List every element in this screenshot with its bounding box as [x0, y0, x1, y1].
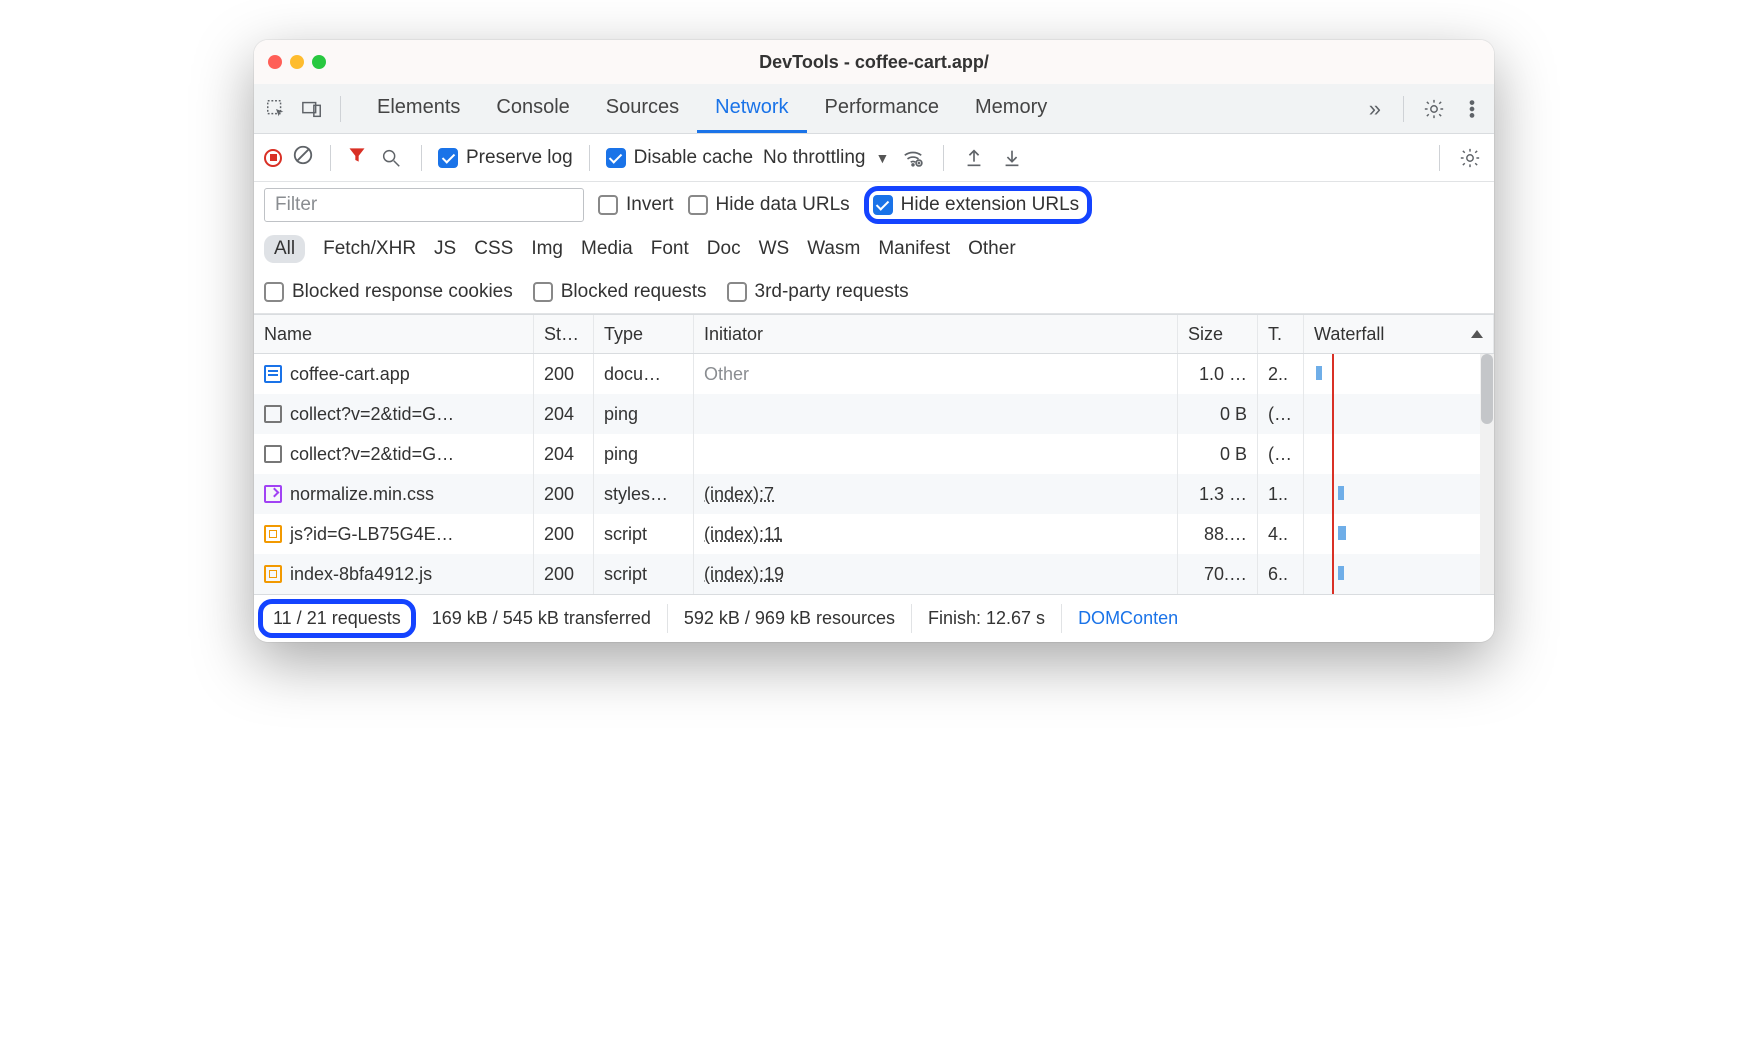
type-filter-wasm[interactable]: Wasm: [807, 238, 860, 260]
table-row[interactable]: collect?v=2&tid=G…204ping0 B(…: [254, 394, 1494, 434]
requests-table-header: Name St… Type Initiator Size T. Waterfal…: [254, 314, 1494, 354]
export-har-icon[interactable]: [998, 144, 1026, 172]
checkbox-icon: [598, 195, 618, 215]
divider: [943, 145, 944, 171]
filter-input[interactable]: Filter: [264, 188, 584, 222]
checkbox-icon: [688, 195, 708, 215]
divider: [589, 145, 590, 171]
window-title: DevTools - coffee-cart.app/: [254, 52, 1494, 73]
type-filter-other[interactable]: Other: [968, 238, 1016, 260]
tab-network[interactable]: Network: [697, 84, 806, 133]
ping-file-icon: [264, 445, 282, 463]
table-row[interactable]: js?id=G-LB75G4E…200script(index):1188.…4…: [254, 514, 1494, 554]
third-party-checkbox[interactable]: 3rd-party requests: [727, 281, 909, 303]
tab-elements[interactable]: Elements: [359, 84, 478, 133]
requests-table-body: coffee-cart.app200docu…Other1.0 …2..coll…: [254, 354, 1494, 594]
divider: [421, 145, 422, 171]
filter-row: Filter Invert Hide data URLs Hide extens…: [254, 182, 1494, 228]
checkbox-checked-icon: [438, 148, 458, 168]
panel-tabs: ElementsConsoleSourcesNetworkPerformance…: [359, 84, 1065, 133]
divider: [330, 145, 331, 171]
dom-content-loaded[interactable]: DOMConten: [1062, 604, 1194, 632]
invert-checkbox[interactable]: Invert: [598, 194, 674, 216]
checkbox-checked-icon: [606, 148, 626, 168]
checkbox-checked-icon: [873, 195, 893, 215]
scroll-thumb[interactable]: [1481, 354, 1493, 424]
finish-time: Finish: 12.67 s: [912, 604, 1062, 632]
type-filter-js[interactable]: JS: [434, 238, 456, 260]
table-row[interactable]: normalize.min.css200styles…(index):71.3 …: [254, 474, 1494, 514]
column-initiator[interactable]: Initiator: [694, 315, 1178, 353]
column-status[interactable]: St…: [534, 315, 594, 353]
table-row[interactable]: collect?v=2&tid=G…204ping0 B(…: [254, 434, 1494, 474]
record-button[interactable]: [264, 149, 282, 167]
inspect-element-icon[interactable]: [262, 95, 290, 123]
devtools-window: DevTools - coffee-cart.app/ ElementsCons…: [254, 40, 1494, 642]
blocked-requests-checkbox[interactable]: Blocked requests: [533, 281, 707, 303]
type-filter-all[interactable]: All: [264, 235, 305, 263]
tab-memory[interactable]: Memory: [957, 84, 1065, 133]
status-bar: 11 / 21 requests 169 kB / 545 kB transfe…: [254, 594, 1494, 642]
table-row[interactable]: coffee-cart.app200docu…Other1.0 …2..: [254, 354, 1494, 394]
tab-sources[interactable]: Sources: [588, 84, 697, 133]
network-toolbar: Preserve log Disable cache No throttling…: [254, 134, 1494, 182]
sort-ascending-icon: [1471, 330, 1483, 338]
resource-type-filter: All Fetch/XHR JS CSS Img Media Font Doc WS Wasm Ma…: [254, 228, 1494, 270]
divider: [340, 96, 341, 122]
type-filter-ws[interactable]: WS: [759, 238, 790, 260]
settings-gear-icon[interactable]: [1420, 95, 1448, 123]
table-row[interactable]: index-8bfa4912.js200script(index):1970.……: [254, 554, 1494, 594]
type-filter-manifest[interactable]: Manifest: [878, 238, 950, 260]
type-filter-font[interactable]: Font: [651, 238, 689, 260]
blocked-cookies-checkbox[interactable]: Blocked response cookies: [264, 281, 513, 303]
search-icon[interactable]: [377, 144, 405, 172]
titlebar: DevTools - coffee-cart.app/: [254, 40, 1494, 84]
kebab-menu-icon[interactable]: [1458, 95, 1486, 123]
column-size[interactable]: Size: [1178, 315, 1258, 353]
disable-cache-checkbox[interactable]: Disable cache: [606, 147, 753, 169]
scrollbar[interactable]: [1480, 354, 1494, 594]
extra-filters-row: Blocked response cookies Blocked request…: [254, 270, 1494, 314]
type-filter-img[interactable]: Img: [531, 238, 563, 260]
panel-tabs-row: ElementsConsoleSourcesNetworkPerformance…: [254, 84, 1494, 134]
type-filter-fetch-xhr[interactable]: Fetch/XHR: [323, 238, 416, 260]
hide-extension-urls-highlight: Hide extension URLs: [864, 186, 1092, 224]
device-toolbar-icon[interactable]: [298, 95, 326, 123]
column-waterfall[interactable]: Waterfall: [1304, 315, 1494, 353]
type-filter-media[interactable]: Media: [581, 238, 633, 260]
type-filter-css[interactable]: CSS: [474, 238, 513, 260]
resources-size: 592 kB / 969 kB resources: [668, 604, 912, 632]
type-filter-doc[interactable]: Doc: [707, 238, 741, 260]
caret-down-icon: ▼: [875, 150, 889, 166]
network-conditions-icon[interactable]: [899, 144, 927, 172]
ping-file-icon: [264, 405, 282, 423]
js-file-icon: [264, 525, 282, 543]
checkbox-icon: [533, 282, 553, 302]
import-har-icon[interactable]: [960, 144, 988, 172]
column-name[interactable]: Name: [254, 315, 534, 353]
transferred-size: 169 kB / 545 kB transferred: [416, 604, 668, 632]
requests-count-highlight: 11 / 21 requests: [258, 599, 416, 638]
clear-log-icon[interactable]: [292, 144, 314, 171]
requests-count: 11 / 21 requests: [273, 608, 401, 628]
tab-performance[interactable]: Performance: [807, 84, 958, 133]
divider: [1439, 145, 1440, 171]
column-time[interactable]: T.: [1258, 315, 1304, 353]
checkbox-icon: [264, 282, 284, 302]
filter-toggle-icon[interactable]: [347, 145, 367, 170]
column-type[interactable]: Type: [594, 315, 694, 353]
hide-extension-urls-checkbox[interactable]: Hide extension URLs: [873, 194, 1079, 216]
doc-file-icon: [264, 365, 282, 383]
checkbox-icon: [727, 282, 747, 302]
tab-console[interactable]: Console: [478, 84, 587, 133]
throttling-select[interactable]: No throttling ▼: [763, 147, 889, 169]
network-settings-gear-icon[interactable]: [1456, 144, 1484, 172]
hide-data-urls-checkbox[interactable]: Hide data URLs: [688, 194, 850, 216]
js-file-icon: [264, 565, 282, 583]
css-file-icon: [264, 485, 282, 503]
preserve-log-checkbox[interactable]: Preserve log: [438, 147, 573, 169]
divider: [1403, 96, 1404, 122]
more-tabs-icon[interactable]: »: [1363, 96, 1387, 122]
